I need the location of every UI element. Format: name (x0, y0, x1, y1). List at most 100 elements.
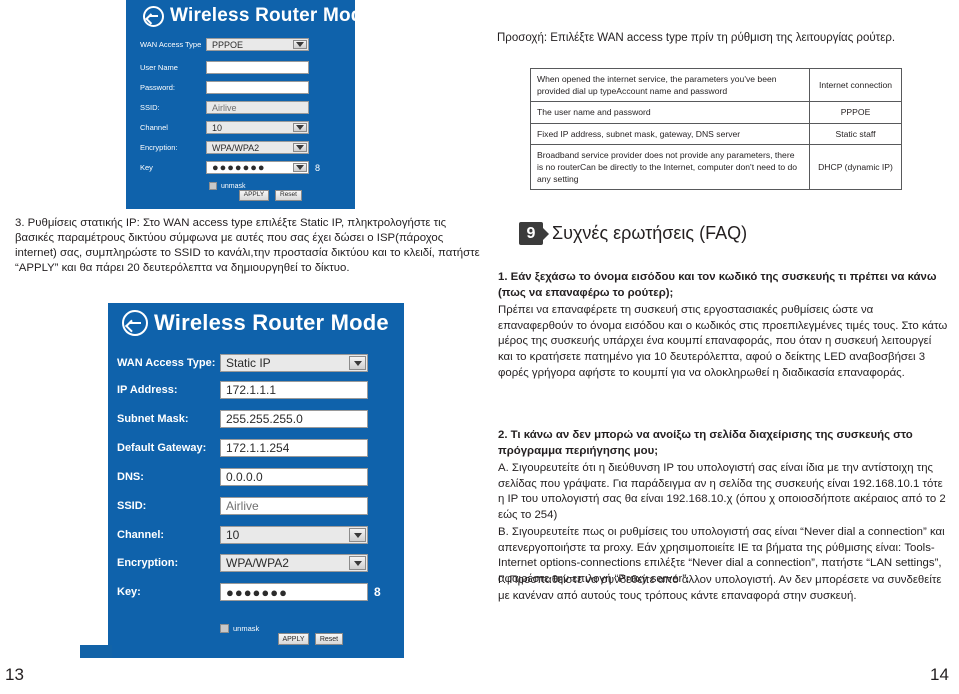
input-subnet-mask[interactable]: 255.255.255.0 (220, 410, 368, 428)
router-panel-pppoe: Wireless Router Mode WAN Access Type PPP… (126, 0, 373, 209)
label-default-gateway: Default Gateway: (117, 442, 207, 454)
value-subnet-mask: 255.255.255.0 (226, 412, 303, 426)
table-row: The user name and password PPPOE (530, 101, 902, 124)
cell-description: The user name and password (530, 101, 810, 124)
unmask-label: unmask (233, 624, 260, 633)
input-key[interactable]: ●●●●●●● (206, 161, 309, 174)
faq-section-header: 9 Συχνές ερωτήσεις (FAQ) (519, 222, 747, 245)
input-dns[interactable]: 0.0.0.0 (220, 468, 368, 486)
field-row-encryption: Encryption: WPA/WPA2 (117, 554, 368, 572)
select-wan-access-type[interactable]: PPPOE (206, 38, 309, 51)
table-row: Broadband service provider does not prov… (530, 143, 902, 191)
input-ssid[interactable]: Airlive (206, 101, 309, 114)
label-password: Password: (140, 83, 176, 92)
value-key: ●●●●●●● (226, 584, 288, 600)
input-ssid[interactable]: Airlive (220, 497, 368, 515)
router-panel-title-top: Wireless Router Mode (143, 5, 373, 27)
field-row-key: Key: ●●●●●●● 8 (117, 583, 381, 601)
label-encryption: Encryption: (117, 557, 179, 569)
faq-answer-2a: Α. Σιγουρευτείτε ότι η διεύθυνση IP του … (498, 462, 946, 522)
step3-paragraph: 3. Ρυθμίσεις στατικής IP: Στο WAN access… (15, 217, 480, 275)
field-row-default-gateway: Default Gateway: 172.1.1.254 (117, 439, 368, 457)
cell-description: Broadband service provider does not prov… (530, 143, 810, 191)
value-encryption: WPA/WPA2 (212, 142, 260, 153)
value-wan-access-type: PPPOE (212, 39, 244, 50)
field-row-wan-access-type: WAN Access Type PPPOE (140, 38, 309, 51)
value-channel: 10 (212, 122, 223, 133)
select-encryption[interactable]: WPA/WPA2 (206, 141, 309, 154)
chevron-down-icon[interactable] (293, 143, 307, 152)
label-key: Key: (117, 586, 141, 598)
label-wan-access-type: WAN Access Type (140, 40, 202, 49)
label-dns: DNS: (117, 471, 144, 483)
back-arrow-icon[interactable] (143, 5, 164, 27)
label-subnet-mask: Subnet Mask: (117, 413, 189, 425)
faq-title: Συχνές ερωτήσεις (FAQ) (552, 223, 748, 243)
value-encryption: WPA/WPA2 (226, 556, 289, 570)
field-row-ssid: SSID: Airlive (140, 101, 309, 114)
cell-description: When opened the internet service, the pa… (530, 67, 810, 103)
checkbox-unmask-top[interactable]: unmask (209, 182, 246, 190)
page-number-right: 14 (930, 665, 949, 684)
apply-button-top[interactable]: APPLY (239, 190, 269, 201)
field-row-encryption: Encryption: WPA/WPA2 (140, 141, 309, 154)
chevron-down-icon[interactable] (293, 163, 307, 172)
back-arrow-icon[interactable] (122, 310, 148, 336)
label-user-name: User Name (140, 63, 178, 72)
label-key: Key (140, 163, 153, 172)
value-default-gateway: 172.1.1.254 (226, 441, 290, 455)
chevron-down-icon[interactable] (349, 528, 366, 542)
router-panel-static-ip: Wireless Router Mode WAN Access Type: St… (108, 303, 404, 658)
page-root: Wireless Router Mode WAN Access Type PPP… (0, 0, 959, 694)
label-channel: Channel (140, 123, 168, 132)
field-row-subnet-mask: Subnet Mask: 255.255.255.0 (117, 410, 368, 428)
value-dns: 0.0.0.0 (226, 470, 263, 484)
field-row-channel: Channel: 10 (117, 526, 368, 544)
faq-answer-1: Πρέπει να επαναφέρετε τη συσκευή στις ερ… (498, 304, 948, 379)
cell-description: Fixed IP address, subnet mask, gateway, … (530, 122, 810, 145)
chevron-down-icon[interactable] (293, 123, 307, 132)
input-key[interactable]: ●●●●●●● (220, 583, 368, 601)
table-row: When opened the internet service, the pa… (530, 67, 902, 103)
checkbox-unmask-bottom[interactable]: unmask (220, 624, 259, 633)
faq-answer-2c: Γ. Προσπαθείστε να συνδεθείτε από άλλον … (498, 574, 942, 602)
field-row-key: Key ●●●●●●● 8 (140, 161, 320, 174)
label-ssid: SSID: (117, 500, 147, 512)
router-title-text: Wireless Router Mode (154, 310, 389, 335)
value-key: ●●●●●●● (212, 161, 266, 174)
value-ip-address: 172.1.1.1 (226, 383, 277, 397)
checkbox-box-icon[interactable] (220, 624, 229, 633)
select-channel[interactable]: 10 (220, 526, 368, 544)
cell-type: DHCP (dynamic IP) (809, 143, 902, 191)
value-ssid: Airlive (212, 102, 237, 113)
reset-button-top[interactable]: Reset (275, 190, 302, 201)
value-channel: 10 (226, 528, 240, 542)
chevron-down-icon[interactable] (349, 356, 366, 370)
select-channel[interactable]: 10 (206, 121, 309, 134)
field-row-ip-address: IP Address: 172.1.1.1 (117, 381, 368, 399)
label-channel: Channel: (117, 529, 165, 541)
select-wan-access-type[interactable]: Static IP (220, 354, 368, 372)
input-ip-address[interactable]: 172.1.1.1 (220, 381, 368, 399)
page-number-left: 13 (5, 665, 24, 684)
field-row-wan-access-type: WAN Access Type: Static IP (117, 354, 368, 372)
field-row-password: Password: (140, 81, 309, 94)
table-row: Fixed IP address, subnet mask, gateway, … (530, 122, 902, 145)
input-user-name[interactable] (206, 61, 309, 74)
router-panel-title-bottom: Wireless Router Mode (122, 310, 389, 336)
apply-button-bottom[interactable]: APPLY (278, 633, 309, 645)
reset-button-bottom[interactable]: Reset (315, 633, 343, 645)
field-row-dns: DNS: 0.0.0.0 (117, 468, 368, 486)
cell-type: PPPOE (809, 101, 902, 124)
chevron-down-icon[interactable] (293, 40, 307, 49)
input-password[interactable] (206, 81, 309, 94)
faq-question-2: 2. Τι κάνω αν δεν μπορώ να ανοίξω τη σελ… (498, 429, 913, 457)
page-marker-tab (80, 645, 112, 658)
field-row-ssid: SSID: Airlive (117, 497, 368, 515)
select-encryption[interactable]: WPA/WPA2 (220, 554, 368, 572)
notice-text: Προσοχή: Επιλέξτε WAN access type πρίν τ… (497, 32, 896, 44)
checkbox-box-icon[interactable] (209, 182, 217, 190)
input-default-gateway[interactable]: 172.1.1.254 (220, 439, 368, 457)
chevron-down-icon[interactable] (349, 556, 366, 570)
value-ssid: Airlive (226, 499, 259, 513)
